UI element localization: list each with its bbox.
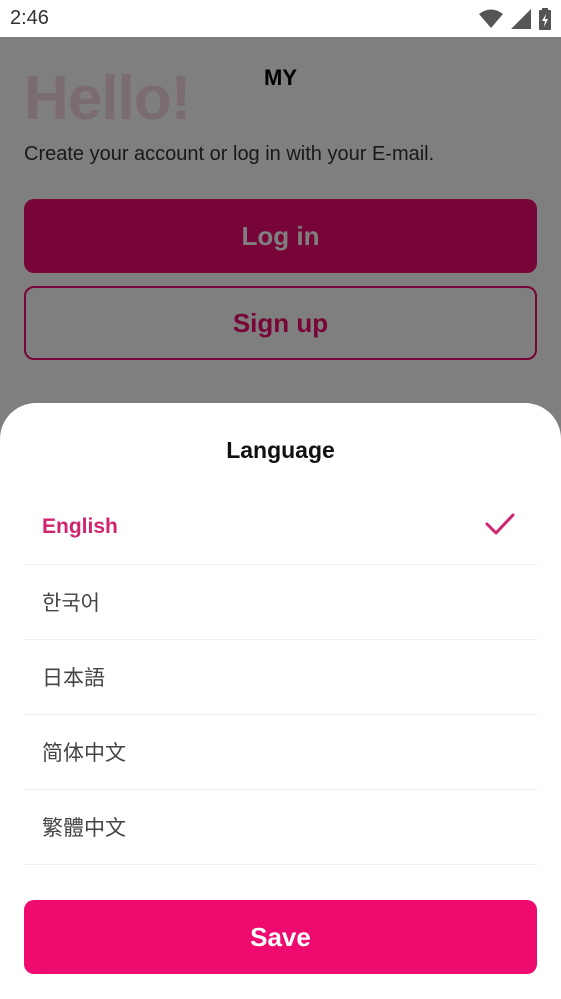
- status-icons: [479, 8, 551, 30]
- sheet-title: Language: [226, 437, 335, 463]
- language-item-korean[interactable]: 한국어: [24, 565, 537, 640]
- language-item-traditional-chinese[interactable]: 繁體中文: [24, 790, 537, 865]
- status-bar: 2:46: [0, 0, 561, 37]
- language-label: 繁體中文: [42, 816, 126, 840]
- language-label: English: [42, 515, 118, 538]
- language-label: 简体中文: [42, 741, 126, 765]
- page-title: MY: [264, 65, 297, 90]
- language-label: 한국어: [42, 591, 100, 615]
- signal-icon: [511, 9, 531, 29]
- save-button[interactable]: Save: [24, 900, 537, 974]
- wifi-icon: [479, 9, 503, 29]
- language-bottom-sheet: Language English 한국어 日本語 简体中文 繁體中文 Save: [0, 403, 561, 999]
- screen: 2:46 Hello! Create your account or log i…: [0, 0, 561, 999]
- language-item-english[interactable]: English: [24, 490, 537, 565]
- status-time: 2:46: [10, 7, 49, 29]
- language-label: 日本語: [42, 666, 105, 690]
- battery-icon: [539, 8, 551, 30]
- language-item-simplified-chinese[interactable]: 简体中文: [24, 715, 537, 790]
- language-item-japanese[interactable]: 日本語: [24, 640, 537, 715]
- language-list: English 한국어 日本語 简体中文 繁體中文: [24, 490, 537, 865]
- check-icon: [485, 512, 515, 541]
